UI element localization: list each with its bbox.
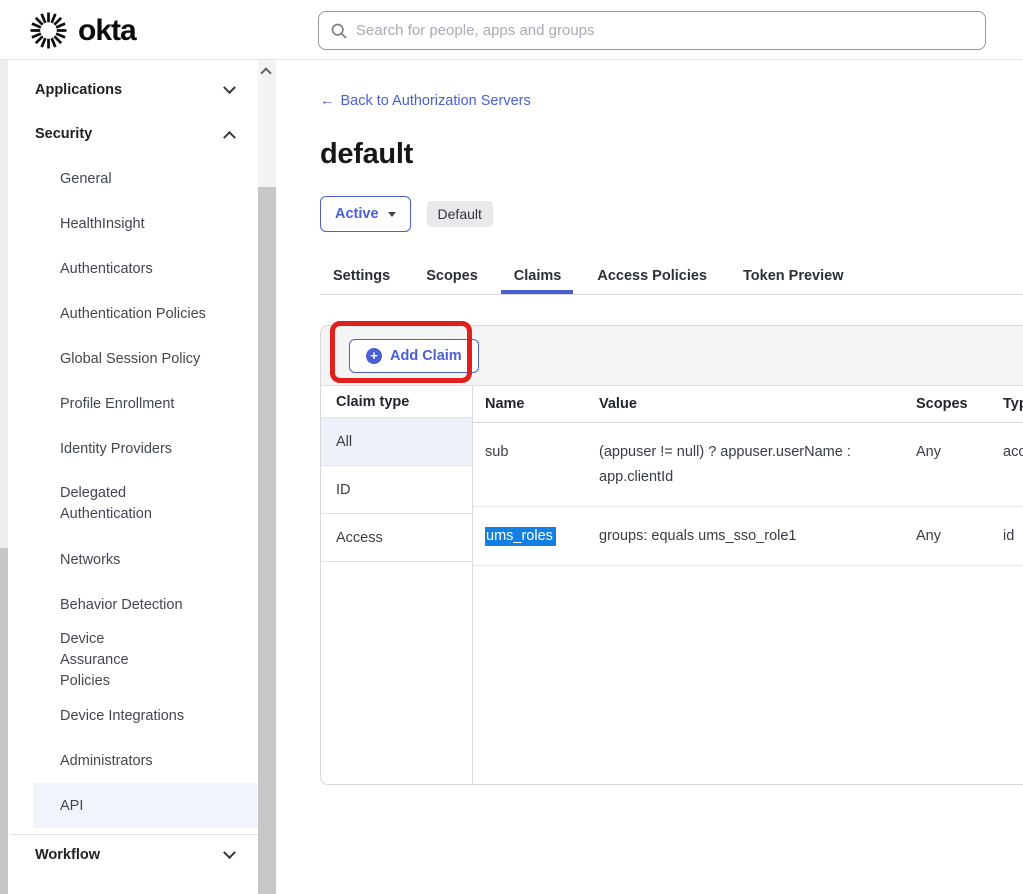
sidebar-item-profile-enrollment[interactable]: Profile Enrollment	[10, 381, 258, 426]
tab-token-preview[interactable]: Token Preview	[743, 258, 843, 294]
sidebar-item-healthinsight[interactable]: HealthInsight	[10, 201, 258, 246]
claim-type-panel: Claim type All ID Access	[321, 386, 473, 785]
col-header-scopes: Scopes	[916, 396, 1003, 412]
sidebar-scrollbar-thumb[interactable]	[258, 187, 276, 894]
claim-value: groups: equals ums_sso_role1	[599, 507, 916, 565]
okta-logo[interactable]: okta	[30, 12, 136, 49]
sidebar-item-behavior-detection[interactable]: Behavior Detection	[10, 582, 258, 627]
sidebar-item-api[interactable]: API	[33, 783, 258, 828]
claim-type: access	[1003, 423, 1023, 506]
claim-type: id	[1003, 507, 1023, 565]
tab-bar: Settings Scopes Claims Access Policies T…	[320, 258, 1023, 295]
claim-name: ums_roles	[485, 507, 599, 565]
sidebar-nav: Customizations Applications Security Gen…	[10, 60, 258, 894]
selected-text: ums_roles	[485, 527, 556, 546]
sidebar-item-customizations-clipped[interactable]: Customizations	[10, 60, 258, 68]
scroll-up-arrow-icon[interactable]	[260, 67, 271, 78]
sidebar-item-networks[interactable]: Networks	[10, 537, 258, 582]
sidebar-item-global-session-policy[interactable]: Global Session Policy	[10, 336, 258, 381]
claim-value: (appuser != null) ? appuser.userName : a…	[599, 423, 916, 506]
active-status-dropdown[interactable]: Active	[320, 196, 411, 232]
col-header-value: Value	[599, 396, 916, 412]
claims-table: Name Value Scopes Type sub (appuser != n…	[473, 386, 1023, 785]
chevron-down-icon	[223, 846, 236, 859]
sidebar-section-workflow[interactable]: Workflow	[10, 835, 258, 875]
top-bar: okta	[0, 0, 1023, 60]
back-to-authorization-servers-link[interactable]: ← Back to Authorization Servers	[320, 93, 531, 109]
claims-toolbar: + Add Claim	[321, 326, 1023, 386]
claim-type-id[interactable]: ID	[321, 466, 472, 514]
table-row: sub (appuser != null) ? appuser.userName…	[473, 423, 1023, 507]
search-input[interactable]	[356, 22, 973, 39]
default-badge: Default	[427, 201, 493, 227]
sidebar-item-device-integrations[interactable]: Device Integrations	[10, 693, 258, 738]
status-row: Active Default	[320, 196, 493, 232]
col-header-name: Name	[485, 396, 599, 412]
chevron-down-icon	[223, 81, 236, 94]
add-claim-button[interactable]: + Add Claim	[349, 339, 479, 373]
claim-type-header: Claim type	[321, 386, 472, 418]
sidebar-item-device-assurance-policies[interactable]: Device Assurance Policies	[10, 627, 258, 693]
logo-wordmark: okta	[78, 13, 136, 49]
global-search[interactable]	[318, 11, 986, 50]
claims-table-header: Name Value Scopes Type	[473, 386, 1023, 423]
tab-claims[interactable]: Claims	[514, 258, 562, 294]
claims-panel: + Add Claim Claim type All ID Access Nam…	[320, 325, 1023, 785]
sidebar-item-authentication-policies[interactable]: Authentication Policies	[10, 291, 258, 336]
search-icon	[331, 23, 347, 39]
col-header-type: Type	[1003, 396, 1023, 412]
sidebar-section-applications[interactable]: Applications	[10, 68, 258, 112]
tab-access-policies[interactable]: Access Policies	[597, 258, 707, 294]
sidebar-item-administrators[interactable]: Administrators	[10, 738, 258, 783]
claim-name: sub	[485, 423, 599, 506]
chevron-up-icon	[223, 130, 236, 143]
sidebar-item-authenticators[interactable]: Authenticators	[10, 246, 258, 291]
table-row: ums_roles groups: equals ums_sso_role1 A…	[473, 507, 1023, 566]
okta-burst-icon	[30, 12, 67, 49]
sidebar-scrollbar[interactable]	[258, 60, 276, 894]
plus-circle-icon: +	[366, 348, 382, 364]
sidebar-item-identity-providers[interactable]: Identity Providers	[10, 426, 258, 471]
tab-settings[interactable]: Settings	[333, 258, 390, 294]
window-left-scrollbar-thumb[interactable]	[0, 548, 8, 894]
window-left-scrollbar[interactable]	[0, 60, 8, 894]
claim-scopes: Any	[916, 423, 1003, 506]
claim-type-all[interactable]: All	[321, 418, 472, 466]
sidebar-item-general[interactable]: General	[10, 156, 258, 201]
claim-scopes: Any	[916, 507, 1003, 565]
page-title: default	[320, 138, 413, 171]
sidebar-item-delegated-authentication[interactable]: Delegated Authentication	[10, 471, 258, 537]
claim-type-access[interactable]: Access	[321, 514, 472, 562]
main-content: ← Back to Authorization Servers default …	[320, 60, 1023, 894]
sidebar-section-security[interactable]: Security	[10, 112, 258, 156]
back-arrow-icon: ←	[320, 93, 335, 109]
caret-down-icon	[388, 212, 396, 217]
tab-scopes[interactable]: Scopes	[426, 258, 478, 294]
